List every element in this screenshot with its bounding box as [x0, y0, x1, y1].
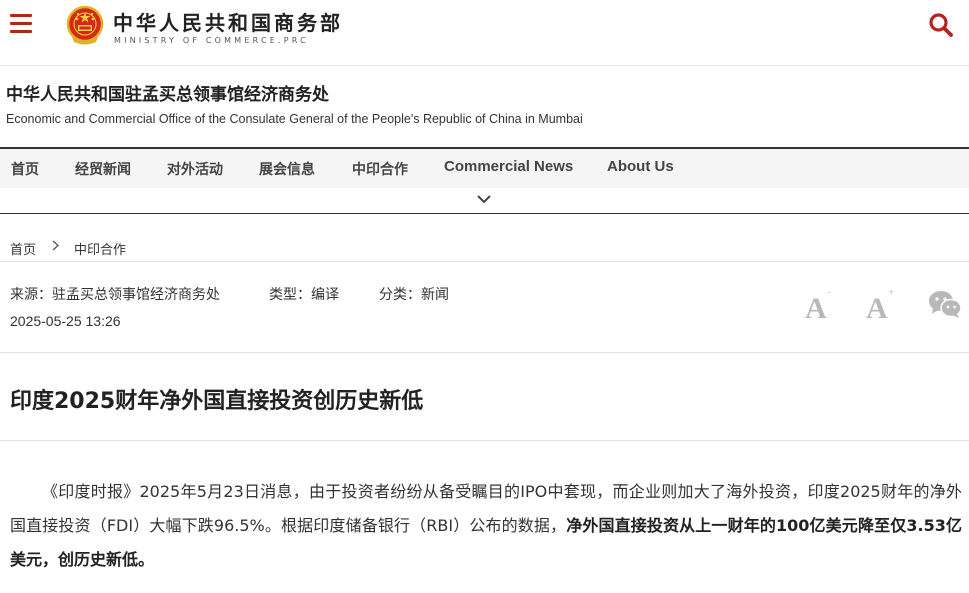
article-category: 分类：新闻: [379, 287, 449, 303]
nav-item-commercial-news[interactable]: Commercial News: [444, 158, 573, 175]
article-source: 来源：驻孟买总领事馆经济商务处: [10, 287, 220, 303]
article-body: 《印度时报》2025年5月23日消息，由于投资者纷纷从备受瞩目的IPO中套现，而…: [10, 475, 962, 577]
nav-item-home[interactable]: 首页: [11, 159, 39, 179]
nav-item-external-activities[interactable]: 对外活动: [167, 159, 223, 179]
ministry-logo-text[interactable]: 中华人民共和国商务部: [113, 7, 343, 36]
search-icon[interactable]: [928, 12, 954, 38]
national-emblem-icon: [66, 5, 104, 45]
breadcrumb-home[interactable]: 首页: [10, 239, 36, 258]
nav-item-trade-news[interactable]: 经贸新闻: [75, 159, 131, 179]
nav-item-china-india-cooperation[interactable]: 中印合作: [352, 159, 408, 179]
nav-item-about-us[interactable]: About Us: [607, 158, 674, 175]
site-header: 中华人民共和国商务部 MINISTRY OF COMMERCE.PRC: [0, 0, 969, 66]
breadcrumb-current[interactable]: 中印合作: [74, 239, 126, 258]
office-name-en: Economic and Commercial Office of the Co…: [6, 112, 583, 126]
nav-bar: 首页 经贸新闻 对外活动 展会信息 中印合作 Commercial News A…: [0, 149, 969, 188]
article-paragraph: 《印度时报》2025年5月23日消息，由于投资者纷纷从备受瞩目的IPO中套现，而…: [10, 475, 962, 577]
breadcrumb: 首页 中印合作: [0, 214, 969, 262]
main-nav: 首页 经贸新闻 对外活动 展会信息 中印合作 Commercial News A…: [0, 147, 969, 214]
font-decrease-button[interactable]: A-: [805, 287, 831, 325]
wechat-icon[interactable]: [928, 290, 962, 318]
title-divider: [0, 440, 969, 441]
font-increase-letter: A: [866, 292, 888, 325]
article-meta: 来源：驻孟买总领事馆经济商务处 类型：编译 分类：新闻 2025-05-25 1…: [0, 263, 969, 353]
chevron-down-icon[interactable]: [476, 193, 492, 205]
font-increase-button[interactable]: A+: [866, 287, 894, 325]
font-decrease-mark: -: [827, 287, 831, 297]
office-name-cn[interactable]: 中华人民共和国驻孟买总领事馆经济商务处: [6, 80, 329, 105]
office-banner: 中华人民共和国驻孟买总领事馆经济商务处 Economic and Commerc…: [0, 67, 969, 147]
font-increase-mark: +: [888, 287, 894, 297]
article-title: 印度2025财年净外国直接投资创历史新低: [10, 389, 424, 414]
hamburger-menu-icon[interactable]: [10, 14, 32, 36]
article-type: 类型：编译: [269, 287, 339, 303]
article-datetime: 2025-05-25 13:26: [10, 313, 121, 329]
chevron-right-icon: [52, 240, 59, 251]
nav-item-exhibitions[interactable]: 展会信息: [259, 159, 315, 179]
font-decrease-letter: A: [805, 292, 827, 325]
ministry-logo-subtitle: MINISTRY OF COMMERCE.PRC: [114, 36, 309, 45]
